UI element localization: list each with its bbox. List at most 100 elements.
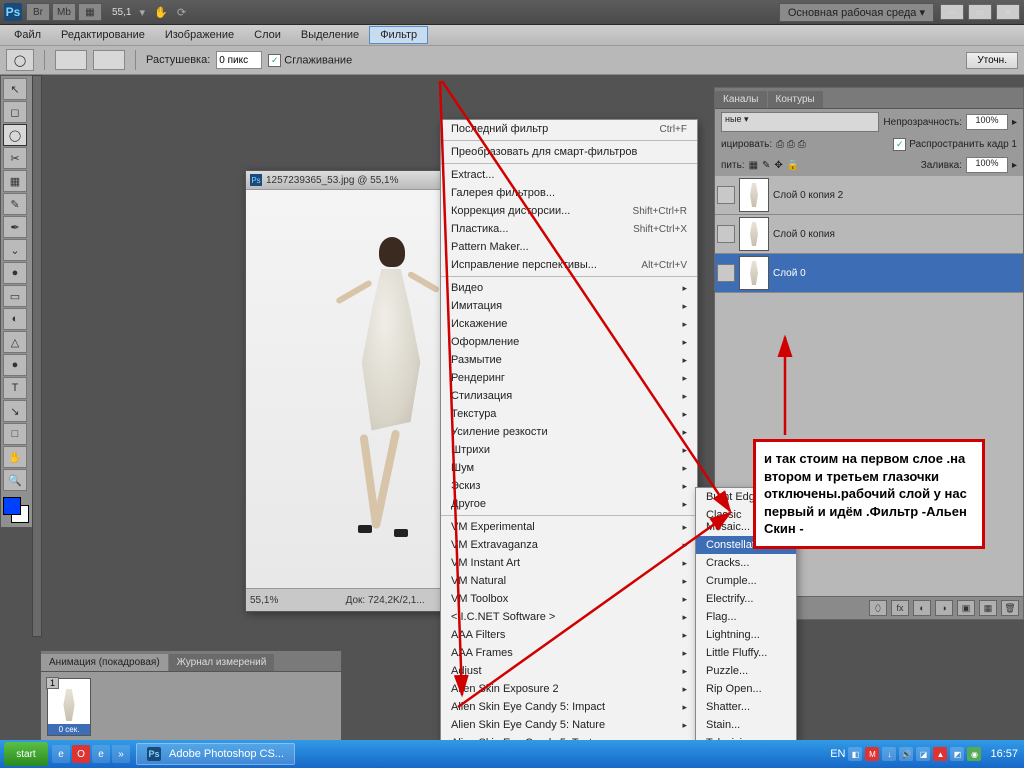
current-tool-icon[interactable]: ◯: [6, 49, 34, 71]
frame-duration[interactable]: 0 сек.: [48, 724, 90, 735]
tool-17[interactable]: 🔍: [3, 469, 27, 491]
xenofex-item[interactable]: Shatter...: [696, 698, 796, 716]
quicklaunch-opera-icon[interactable]: O: [72, 745, 90, 763]
tool-2[interactable]: ◯: [3, 124, 27, 146]
filter-item[interactable]: Шум: [441, 459, 697, 477]
xenofex-item[interactable]: Rip Open...: [696, 680, 796, 698]
tray-m-icon[interactable]: M: [865, 747, 879, 761]
foreground-swatch[interactable]: [3, 497, 21, 515]
menu-редактирование[interactable]: Редактирование: [51, 27, 155, 43]
tool-7[interactable]: ⌄: [3, 239, 27, 261]
tool-16[interactable]: ✋: [3, 446, 27, 468]
filter-item[interactable]: Видео: [441, 279, 697, 297]
blend-mode-select[interactable]: ные ▾: [721, 112, 879, 132]
layer-mask-icon[interactable]: ◐: [913, 600, 931, 616]
lock-position-icon[interactable]: ✥: [774, 160, 782, 171]
tool-6[interactable]: ✒: [3, 216, 27, 238]
filter-item[interactable]: Размытие: [441, 351, 697, 369]
antialias-checkbox[interactable]: ✓: [268, 54, 281, 67]
filter-item[interactable]: Другое: [441, 495, 697, 513]
tool-8[interactable]: ●: [3, 262, 27, 284]
menu-файл[interactable]: Файл: [4, 27, 51, 43]
collapsed-panel-strip[interactable]: [32, 75, 42, 637]
layer-group-icon[interactable]: ▣: [957, 600, 975, 616]
close-button[interactable]: ✕: [996, 4, 1020, 20]
tool-11[interactable]: △: [3, 331, 27, 353]
menu-фильтр[interactable]: Фильтр: [369, 26, 428, 44]
tray-icon[interactable]: ↓: [882, 747, 896, 761]
filter-item[interactable]: Пластика...Shift+Ctrl+X: [441, 220, 697, 238]
mb-button[interactable]: Mb: [52, 3, 76, 21]
filter-item[interactable]: Alien Skin Eye Candy 5: Nature: [441, 716, 697, 734]
tool-15[interactable]: □: [3, 423, 27, 445]
xenofex-item[interactable]: Little Fluffy...: [696, 644, 796, 662]
filter-item[interactable]: Последний фильтрCtrl+F: [441, 120, 697, 138]
menu-слои[interactable]: Слои: [244, 27, 291, 43]
filter-item[interactable]: Искажение: [441, 315, 697, 333]
filter-item[interactable]: Pattern Maker...: [441, 238, 697, 256]
layer-fx-icon[interactable]: fx: [891, 600, 909, 616]
filter-item[interactable]: Рендеринг: [441, 369, 697, 387]
visibility-toggle[interactable]: [717, 186, 735, 204]
tray-icon[interactable]: ◩: [950, 747, 964, 761]
tool-1[interactable]: ◻: [3, 101, 27, 123]
tab-paths[interactable]: Контуры: [768, 91, 823, 108]
bridge-button[interactable]: Br: [26, 3, 50, 21]
filter-item[interactable]: VM Experimental: [441, 518, 697, 536]
filter-item[interactable]: VM Toolbox: [441, 590, 697, 608]
fill-input[interactable]: 100%: [966, 157, 1008, 173]
tool-13[interactable]: T: [3, 377, 27, 399]
propagate-checkbox[interactable]: ✓: [893, 138, 906, 151]
tray-icon[interactable]: ◧: [848, 747, 862, 761]
filter-item[interactable]: VM Extravaganza: [441, 536, 697, 554]
layer-thumbnail[interactable]: [739, 217, 769, 251]
filter-item[interactable]: Alien Skin Eye Candy 5: Impact: [441, 698, 697, 716]
filter-item[interactable]: VM Instant Art: [441, 554, 697, 572]
workspace-dropdown[interactable]: Основная рабочая среда ▾: [779, 3, 934, 22]
selection-mode-buttons[interactable]: [55, 50, 87, 70]
selection-mode-buttons2[interactable]: [93, 50, 125, 70]
adjustment-layer-icon[interactable]: ◑: [935, 600, 953, 616]
filter-item[interactable]: Стилизация: [441, 387, 697, 405]
maximize-button[interactable]: ▭: [968, 4, 992, 20]
tool-9[interactable]: ▭: [3, 285, 27, 307]
filter-item[interactable]: Extract...: [441, 166, 697, 184]
xenofex-item[interactable]: Flag...: [696, 608, 796, 626]
quicklaunch-ie2-icon[interactable]: e: [92, 745, 110, 763]
taskbar-app-photoshop[interactable]: Ps Adobe Photoshop CS...: [136, 743, 295, 765]
xenofex-item[interactable]: Stain...: [696, 716, 796, 734]
visibility-toggle[interactable]: [717, 264, 735, 282]
menu-изображение[interactable]: Изображение: [155, 27, 244, 43]
screen-mode-button[interactable]: ▦: [78, 3, 102, 21]
xenofex-item[interactable]: Lightning...: [696, 626, 796, 644]
layer-row[interactable]: Слой 0 копия 2: [715, 176, 1023, 215]
filter-item[interactable]: Adjust: [441, 662, 697, 680]
layer-thumbnail[interactable]: [739, 178, 769, 212]
filter-item[interactable]: Эскиз: [441, 477, 697, 495]
opacity-input[interactable]: 100%: [966, 114, 1008, 130]
filter-item[interactable]: Преобразовать для смарт-фильтров: [441, 143, 697, 161]
filter-item[interactable]: Имитация: [441, 297, 697, 315]
filter-item[interactable]: Оформление: [441, 333, 697, 351]
taskbar-clock[interactable]: 16:57: [990, 748, 1018, 760]
lock-pixels-icon[interactable]: ✎: [762, 160, 770, 171]
tool-0[interactable]: ↖: [3, 78, 27, 100]
tool-5[interactable]: ✎: [3, 193, 27, 215]
quicklaunch-expand-icon[interactable]: »: [112, 745, 130, 763]
visibility-toggle[interactable]: [717, 225, 735, 243]
doc-size-footer[interactable]: Док: 724,2K/2,1...: [346, 595, 425, 606]
animation-frame-1[interactable]: 1 0 сек.: [47, 678, 91, 736]
tray-volume-icon[interactable]: 🔊: [899, 747, 913, 761]
filter-item[interactable]: Коррекция дисторсии...Shift+Ctrl+R: [441, 202, 697, 220]
delete-layer-icon[interactable]: 🗑: [1001, 600, 1019, 616]
filter-item[interactable]: AAA Frames: [441, 644, 697, 662]
filter-item[interactable]: AAA Filters: [441, 626, 697, 644]
zoom-footer[interactable]: 55,1%: [250, 595, 278, 606]
tool-14[interactable]: ↘: [3, 400, 27, 422]
tab-measurement-log[interactable]: Журнал измерений: [169, 654, 275, 671]
xenofex-item[interactable]: Crumple...: [696, 572, 796, 590]
color-swatches[interactable]: [3, 497, 31, 525]
layer-row[interactable]: Слой 0 копия: [715, 215, 1023, 254]
tray-nvidia-icon[interactable]: ◉: [967, 747, 981, 761]
filter-item[interactable]: < I.C.NET Software >: [441, 608, 697, 626]
